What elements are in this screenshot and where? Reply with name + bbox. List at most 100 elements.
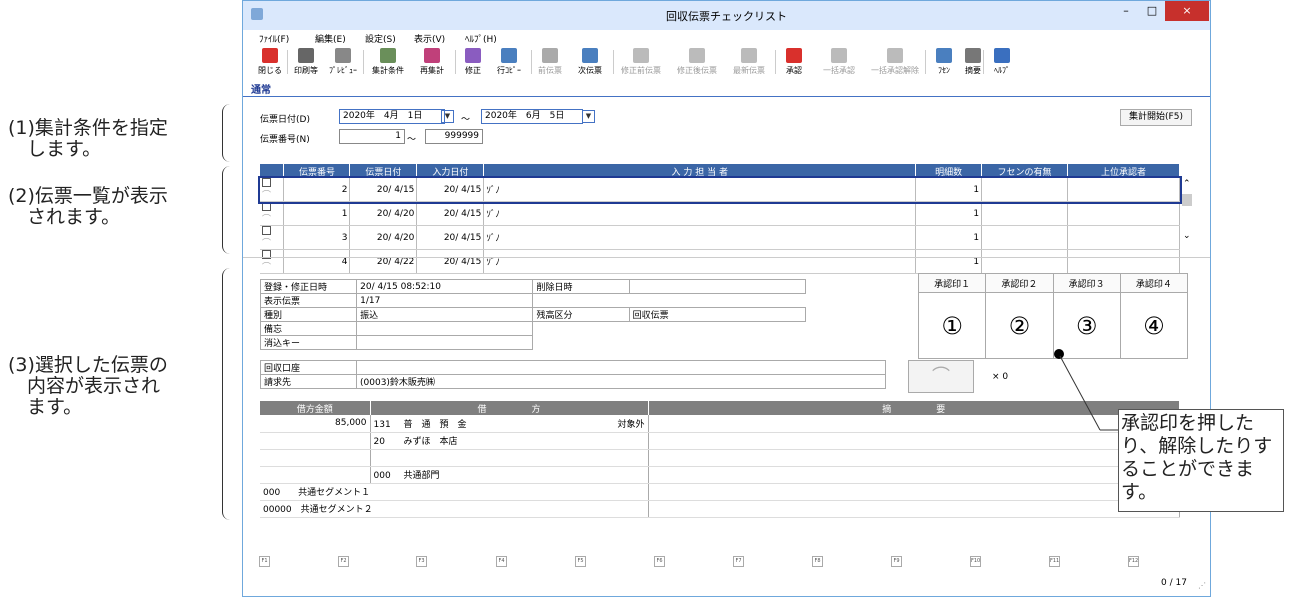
- toolbar-button-1[interactable]: 印刷等: [291, 48, 321, 78]
- fkey-f2[interactable]: F2: [338, 556, 349, 567]
- toolbar-label: 摘要: [965, 66, 981, 75]
- no-from-field[interactable]: 1: [339, 129, 405, 144]
- entry-code: 20: [373, 437, 385, 447]
- toolbar-button-12[interactable]: 承認: [779, 48, 809, 78]
- toolbar-label: 印刷等: [294, 66, 318, 75]
- fkey-f11[interactable]: F11: [1049, 556, 1060, 567]
- paperclip-icon: ⌒: [262, 263, 272, 273]
- cell-select: ⌒: [260, 249, 285, 274]
- fkey-f4[interactable]: F4: [496, 556, 507, 567]
- table-row[interactable]: ⌒ 1 20/ 4/20 20/ 4/15 ｿﾞﾉ 1: [260, 201, 1180, 226]
- checkbox[interactable]: [262, 226, 271, 235]
- approval-stamp-1[interactable]: ①: [917, 292, 987, 359]
- list-header-user[interactable]: 入 力 担 当 者: [483, 164, 917, 178]
- menu-settings[interactable]: 設定(S): [365, 32, 396, 45]
- paperclip-icon: ⌒: [262, 239, 272, 249]
- toolbar-button-4[interactable]: 再集計: [415, 48, 449, 78]
- menu-help[interactable]: ﾍﾙﾌﾟ(H): [465, 32, 497, 45]
- memo-value: [356, 321, 534, 336]
- toolbar-button-10[interactable]: 修正後伝票: [673, 48, 721, 78]
- scroll-thumb[interactable]: [1182, 194, 1192, 206]
- entry-debit: 000 共通部門: [369, 466, 649, 484]
- checkbox[interactable]: [262, 178, 271, 187]
- date-to-field[interactable]: 2020年 6月 5日: [481, 109, 583, 124]
- toolbar-button-15[interactable]: ﾌｾﾝ: [931, 48, 957, 78]
- date-from-field[interactable]: 2020年 4月 1日: [339, 109, 445, 124]
- list-header-date[interactable]: 伝票日付: [349, 164, 418, 178]
- toolbar-button-3[interactable]: 集計条件: [369, 48, 407, 78]
- entry-memo: [648, 449, 1180, 467]
- paperclip-icon: ⌒: [262, 215, 272, 225]
- toolbar-button-7[interactable]: 前伝票: [535, 48, 565, 78]
- close-button[interactable]: ×: [1165, 1, 1209, 21]
- toolbar-button-6[interactable]: 行ｺﾋﾟｰ: [491, 48, 527, 78]
- toolbar-button-13[interactable]: 一括承認: [819, 48, 859, 78]
- checkbox[interactable]: [262, 202, 271, 211]
- disp-label: 表示伝票: [259, 293, 358, 308]
- cell-approver: [1067, 178, 1180, 202]
- cell-count: 1: [915, 249, 983, 274]
- cell-sticky: [981, 225, 1068, 250]
- cell-no: 1: [283, 201, 351, 226]
- app-window: 回収伝票チェックリスト – □ × ﾌｧｲﾙ(F) 編集(E) 設定(S) 表示…: [242, 0, 1211, 597]
- cell-select: ⌒: [260, 201, 285, 226]
- list-header-sticky[interactable]: フセンの有無: [981, 164, 1068, 178]
- list-header-approver[interactable]: 上位承認者: [1067, 164, 1180, 178]
- resize-grip-icon[interactable]: ⋰: [1198, 581, 1206, 590]
- toolbar-button-5[interactable]: 修正: [461, 48, 485, 78]
- approval-stamp-2[interactable]: ②: [985, 292, 1054, 359]
- maximize-button[interactable]: □: [1139, 1, 1165, 21]
- list-header-count[interactable]: 明細数: [915, 164, 983, 178]
- list-header-input[interactable]: 入力日付: [416, 164, 485, 178]
- menu-file[interactable]: ﾌｧｲﾙ(F): [259, 32, 289, 45]
- toolbar: 閉じる 印刷等 ﾌﾟﾚﾋﾞｭｰ 集計条件 再集計 修正 行ｺﾋﾟｰ 前伝票 次伝票 修正前伝票 修正…: [243, 46, 1210, 79]
- toolbar-button-9[interactable]: 修正前伝票: [617, 48, 665, 78]
- approval-stamp-4[interactable]: ④: [1119, 292, 1189, 359]
- toolbar-label: 修正後伝票: [677, 66, 717, 75]
- help-icon: [994, 48, 1010, 63]
- fkey-f12[interactable]: F12: [1128, 556, 1139, 567]
- cell-user: ｿﾞﾉ: [483, 225, 917, 250]
- scroll-up-icon[interactable]: ⌃: [1183, 179, 1191, 189]
- toolbar-button-17[interactable]: ﾍﾙﾌﾟ: [989, 48, 1015, 78]
- list-header-no[interactable]: 伝票番号: [283, 164, 351, 178]
- toolbar-button-11[interactable]: 最新伝票: [729, 48, 769, 78]
- toolbar-button-8[interactable]: 次伝票: [573, 48, 607, 78]
- menu-edit[interactable]: 編集(E): [315, 32, 346, 45]
- callout-approval: 承認印を押したり、解除したりすることができます。: [1118, 409, 1284, 512]
- table-row[interactable]: ⌒ 2 20/ 4/15 20/ 4/15 ｿﾞﾉ 1: [258, 176, 1182, 204]
- fkey-f6[interactable]: F6: [654, 556, 665, 567]
- date-to-dropdown[interactable]: ▼: [582, 110, 595, 123]
- cell-select: ⌒: [260, 225, 285, 250]
- fkey-f1[interactable]: F1: [259, 556, 270, 567]
- fkey-f3[interactable]: F3: [416, 556, 427, 567]
- table-row[interactable]: ⌒ 4 20/ 4/22 20/ 4/15 ｿﾞﾉ 1: [260, 249, 1180, 274]
- fkey-f10[interactable]: F10: [970, 556, 981, 567]
- no-to-field[interactable]: 999999: [425, 129, 483, 144]
- paperclip-button[interactable]: ⌒: [908, 360, 974, 393]
- toolbar-button-16[interactable]: 摘要: [960, 48, 986, 78]
- minimize-button[interactable]: –: [1113, 1, 1139, 21]
- scroll-down-icon[interactable]: ⌄: [1183, 231, 1191, 241]
- date-from-dropdown[interactable]: ▼: [441, 110, 454, 123]
- entry-amount: [260, 432, 371, 450]
- tab-normal[interactable]: 通常: [251, 81, 271, 96]
- toolbar-button-14[interactable]: 一括承認解除: [867, 48, 923, 78]
- bill-value: (0003)鈴木販売㈱: [356, 374, 886, 389]
- recalc-icon: [424, 48, 440, 63]
- approval-stamps: 承認印１ 承認印２ 承認印３ 承認印４ ①②③④: [917, 273, 1189, 359]
- fkey-f8[interactable]: F8: [812, 556, 823, 567]
- approval-stamp-3[interactable]: ③: [1052, 292, 1121, 359]
- toolbar-button-0[interactable]: 閉じる: [257, 48, 283, 78]
- clip-count: × 0: [992, 372, 1009, 382]
- menu-view[interactable]: 表示(V): [414, 32, 445, 45]
- table-row[interactable]: ⌒ 3 20/ 4/20 20/ 4/15 ｿﾞﾉ 1: [260, 225, 1180, 250]
- fkey-f9[interactable]: F9: [891, 556, 902, 567]
- entry-debit: 131 普 通 預 金 対象外: [369, 415, 649, 433]
- start-aggregate-button[interactable]: 集計開始(F5): [1120, 109, 1192, 126]
- toolbar-button-2[interactable]: ﾌﾟﾚﾋﾞｭｰ: [325, 48, 361, 78]
- fkey-f7[interactable]: F7: [733, 556, 744, 567]
- fkey-f5[interactable]: F5: [575, 556, 586, 567]
- list-scrollbar[interactable]: ⌃ ⌄: [1180, 179, 1195, 247]
- close-icon: [262, 48, 278, 63]
